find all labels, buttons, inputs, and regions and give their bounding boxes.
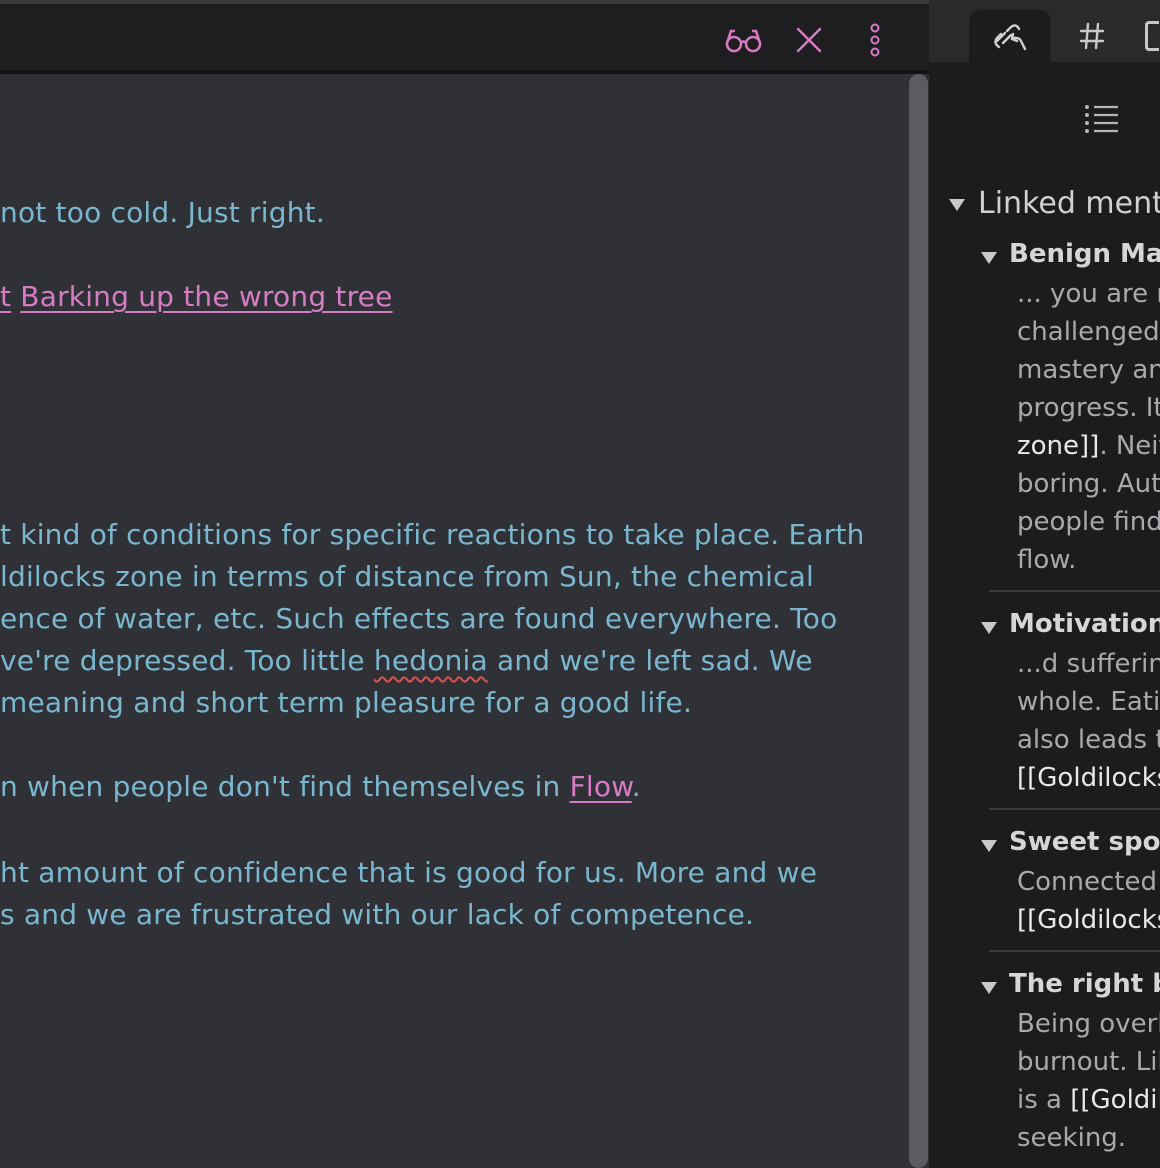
backlink-context[interactable]: [[Goldilocks [1017, 905, 1160, 935]
more-options-icon [870, 23, 880, 57]
backlink-context[interactable]: is a [[Goldilo [1017, 1085, 1160, 1115]
backlink-context[interactable]: ... you are r [1017, 279, 1160, 309]
scrollbar-thumb[interactable] [909, 74, 928, 1168]
text-line: t kind of conditions for specific reacti… [0, 518, 865, 551]
backlink-context[interactable]: mastery and [1017, 355, 1160, 385]
close-icon [796, 27, 822, 53]
tab-tags[interactable] [1051, 10, 1133, 62]
editor-header [0, 4, 929, 74]
backlinks-icon [994, 24, 1027, 51]
file-icon [1144, 21, 1159, 51]
backlink-file-title[interactable]: Motivationa [1009, 609, 1160, 639]
highlighted-link: zone]] [1017, 431, 1100, 461]
backlink-context[interactable]: people find [1017, 507, 1160, 537]
list-view-button[interactable] [1084, 104, 1120, 138]
backlink-file-title[interactable]: The right ba [1009, 969, 1160, 999]
backlink-context[interactable]: ...d suffering [1017, 649, 1160, 679]
backlink-context[interactable]: zone]]. Neit [1017, 431, 1160, 461]
internal-link[interactable]: t [0, 280, 11, 313]
right-sidebar: Linked menti Benign Mas ... you are r ch… [929, 0, 1160, 1168]
collapse-caret[interactable] [981, 840, 997, 852]
app-window: not too cold. Just right. t Barking up t… [0, 0, 1160, 1168]
tab-backlinks[interactable] [969, 10, 1051, 62]
backlink-context[interactable]: [[Goldilocks [1017, 763, 1160, 793]
note-content[interactable]: not too cold. Just right. t Barking up t… [0, 74, 908, 1168]
glasses-icon [725, 29, 762, 53]
backlink-context[interactable]: burnout. Lik [1017, 1047, 1160, 1077]
text-line: ldilocks zone in terms of distance from … [0, 560, 815, 593]
highlighted-link: [[Goldilo [1070, 1085, 1160, 1115]
collapse-caret[interactable] [981, 252, 997, 264]
backlink-context[interactable]: boring. Aut [1017, 469, 1160, 499]
backlink-file-title[interactable]: Benign Mas [1009, 239, 1160, 269]
divider [989, 950, 1160, 952]
text-line: s and we are frustrated with our lack of… [0, 898, 755, 931]
backlink-context[interactable]: flow. [1017, 545, 1076, 575]
divider [989, 590, 1160, 592]
close-button[interactable] [787, 18, 831, 62]
backlink-context[interactable]: seeking. [1017, 1123, 1126, 1153]
highlighted-link: [[Goldilocks [1017, 905, 1160, 935]
linked-mentions-title: Linked menti [978, 186, 1160, 221]
internal-link-flow[interactable]: Flow [570, 770, 632, 803]
backlink-context[interactable]: challenged [1017, 317, 1160, 347]
more-options-button[interactable] [853, 18, 897, 62]
backlink-file-title[interactable]: Sweet spot [1009, 827, 1160, 857]
sidebar-tab-bar [929, 0, 1160, 62]
internal-link-barking-up[interactable]: Barking up the wrong tree [20, 280, 392, 313]
backlink-context[interactable]: Connected [1017, 867, 1157, 897]
list-icon [1085, 105, 1118, 133]
collapse-caret[interactable] [981, 622, 997, 634]
text-line: ve're depressed. Too little hedonia and … [0, 644, 813, 677]
backlink-context[interactable]: whole. Eatir [1017, 687, 1160, 717]
text-line: not too cold. Just right. [0, 196, 325, 229]
reading-view-button[interactable] [722, 18, 766, 62]
collapse-caret[interactable] [949, 199, 965, 211]
text-line: t Barking up the wrong tree [0, 280, 393, 313]
text-line: meaning and short term pleasure for a go… [0, 686, 693, 719]
text-line: n when people don't find themselves in F… [0, 770, 641, 803]
tags-icon [1079, 22, 1105, 50]
highlighted-link: [[Goldilocks [1017, 763, 1160, 793]
tab-outline[interactable] [1133, 10, 1160, 62]
collapse-caret[interactable] [981, 982, 997, 994]
divider [989, 808, 1160, 810]
text-line: ence of water, etc. Such effects are fou… [0, 602, 838, 635]
editor-pane: not too cold. Just right. t Barking up t… [0, 0, 929, 1168]
text-line: ht amount of confidence that is good for… [0, 856, 818, 889]
backlink-context[interactable]: progress. It [1017, 393, 1160, 423]
editor-scrollbar[interactable] [908, 74, 929, 1168]
backlink-context[interactable]: Being overl [1017, 1009, 1160, 1039]
backlink-context[interactable]: also leads t [1017, 725, 1160, 755]
misspelled-word[interactable]: hedonia [374, 644, 488, 677]
